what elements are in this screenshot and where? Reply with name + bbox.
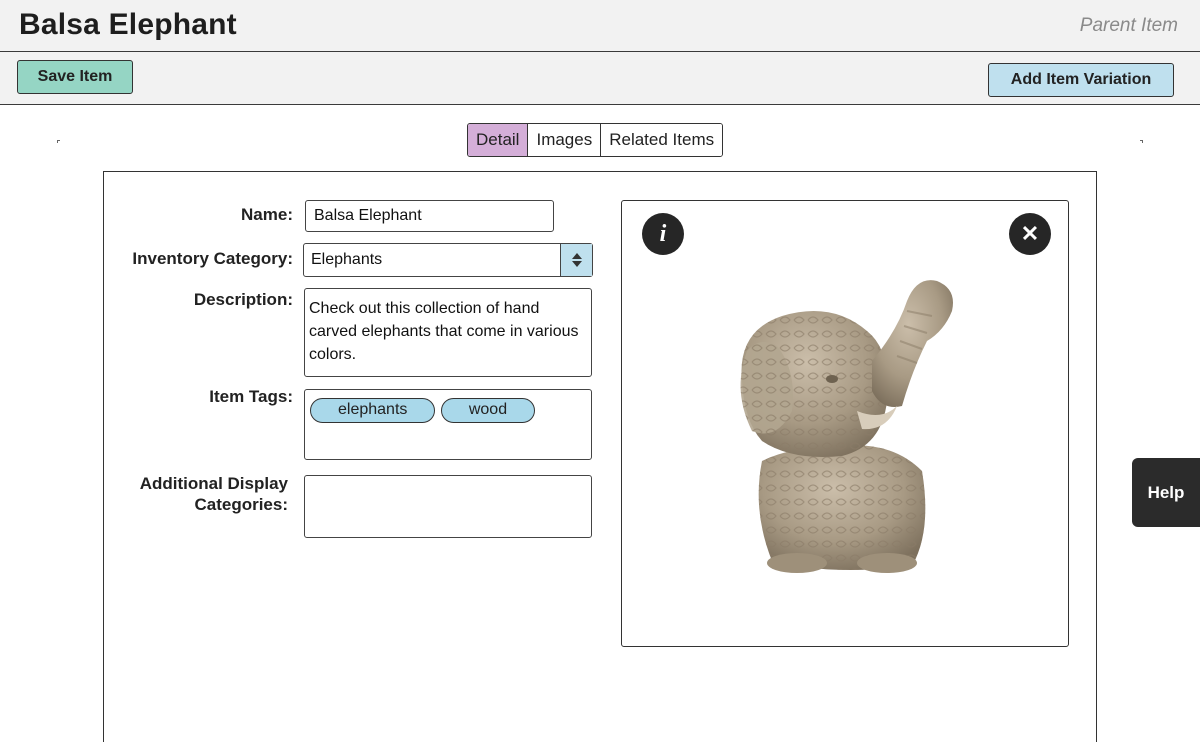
inventory-category-value: Elephants bbox=[311, 251, 383, 268]
page-title: Balsa Elephant bbox=[19, 8, 237, 41]
description-label: Description: bbox=[193, 290, 293, 309]
image-preview: i ✕ bbox=[621, 200, 1069, 647]
tab-detail[interactable]: Detail bbox=[468, 124, 529, 156]
corner-mark bbox=[57, 140, 60, 143]
toolbar: Save Item Add Item Variation bbox=[0, 52, 1200, 105]
item-tags-label: Item Tags: bbox=[209, 387, 293, 406]
select-stepper-icon[interactable] bbox=[560, 244, 592, 276]
elephant-figurine-image bbox=[740, 280, 953, 573]
inventory-category-select[interactable]: Elephants bbox=[303, 243, 593, 277]
tag-elephants[interactable]: elephants bbox=[310, 398, 436, 423]
additional-display-categories-label: Additional Display Categories: bbox=[140, 473, 288, 515]
close-icon[interactable]: ✕ bbox=[1009, 213, 1051, 255]
inventory-category-label: Inventory Category: bbox=[132, 249, 293, 268]
add-item-variation-button[interactable]: Add Item Variation bbox=[988, 63, 1174, 97]
arrow-up-icon bbox=[571, 253, 582, 259]
tab-images[interactable]: Images bbox=[528, 124, 602, 156]
help-button[interactable]: Help bbox=[1132, 458, 1200, 527]
additional-label-line1: Additional Display bbox=[139, 474, 288, 493]
item-type-label: Parent Item bbox=[1079, 15, 1178, 36]
additional-display-categories-input[interactable] bbox=[304, 475, 592, 538]
description-textarea[interactable]: Check out this collection of hand carved… bbox=[304, 288, 592, 377]
item-tags-input[interactable]: elephants wood bbox=[304, 389, 592, 460]
corner-mark bbox=[1140, 140, 1143, 143]
arrow-down-icon bbox=[571, 261, 582, 267]
tag-wood[interactable]: wood bbox=[440, 398, 536, 423]
name-input[interactable]: Balsa Elephant bbox=[305, 200, 554, 232]
info-icon[interactable]: i bbox=[642, 213, 684, 255]
tab-bar: Detail Images Related Items bbox=[467, 123, 724, 157]
name-label: Name: bbox=[241, 205, 293, 224]
additional-label-line2: Categories: bbox=[194, 495, 288, 514]
page-header: Balsa Elephant Parent Item bbox=[0, 0, 1200, 52]
tab-related-items[interactable]: Related Items bbox=[601, 124, 723, 156]
save-item-button[interactable]: Save Item bbox=[17, 60, 133, 94]
